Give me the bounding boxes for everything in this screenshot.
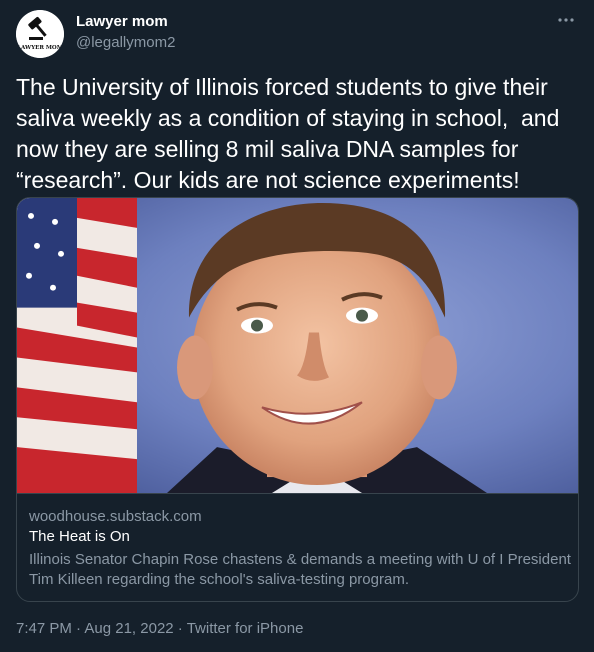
avatar-text: LAWYER MOM — [17, 45, 63, 51]
avatar[interactable]: LAWYER MOM — [16, 10, 64, 58]
tweet-time[interactable]: 7:47 PM — [16, 620, 72, 637]
tweet: LAWYER MOM Lawyer mom @legallymom2 The U… — [0, 0, 594, 652]
card-image[interactable] — [17, 198, 578, 494]
card-description: Illinois Senator Chapin Rose chastens & … — [29, 551, 571, 588]
tweet-date[interactable]: Aug 21, 2022 — [84, 620, 173, 637]
card-domain[interactable]: woodhouse.substack.com — [29, 508, 202, 525]
link-card[interactable]: woodhouse.substack.com The Heat is On Il… — [16, 197, 579, 602]
card-title[interactable]: The Heat is On — [29, 528, 130, 545]
more-dots-icon — [558, 18, 574, 22]
author-handle[interactable]: @legallymom2 — [76, 34, 175, 51]
tweet-meta: 7:47 PM · Aug 21, 2022 · Twitter for iPh… — [16, 620, 303, 637]
tweet-text: The University of Illinois forced studen… — [16, 74, 566, 193]
gavel-icon: LAWYER MOM — [16, 10, 64, 58]
portrait-image — [17, 198, 578, 493]
author-display-name[interactable]: Lawyer mom — [76, 13, 168, 30]
tweet-source[interactable]: Twitter for iPhone — [187, 620, 304, 637]
meta-separator: · — [173, 620, 187, 637]
meta-separator: · — [71, 620, 85, 637]
more-button[interactable] — [552, 8, 580, 32]
